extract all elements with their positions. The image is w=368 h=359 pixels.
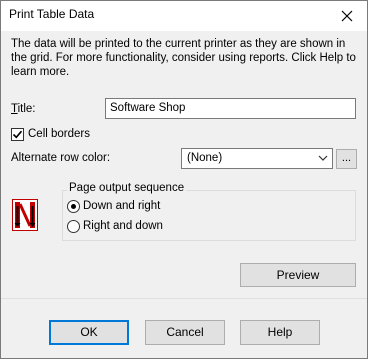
ok-button-label: OK <box>80 325 98 339</box>
down-and-right-radio[interactable] <box>67 200 80 213</box>
close-button[interactable] <box>327 1 367 31</box>
title-input-value: Software Shop <box>110 102 186 114</box>
help-button[interactable]: Help <box>240 320 320 345</box>
cancel-button[interactable]: Cancel <box>145 320 225 345</box>
right-and-down-radio[interactable] <box>67 220 80 233</box>
page-output-sequence-group <box>62 190 356 241</box>
title-bar: Print Table Data <box>1 1 367 31</box>
cell-borders-label: Cell borders <box>28 128 90 140</box>
title-label-rest: itle: <box>17 103 36 115</box>
page-sequence-icon <box>12 199 38 231</box>
print-table-data-dialog: Print Table Data The data will be printe… <box>0 0 368 359</box>
page-output-sequence-caption: Page output sequence <box>67 182 187 194</box>
cancel-button-label: Cancel <box>166 325 204 339</box>
chevron-down-icon <box>318 155 328 161</box>
close-icon <box>341 10 353 22</box>
description-text: The data will be printed to the current … <box>11 38 356 78</box>
preview-button[interactable]: Preview <box>240 263 356 287</box>
title-label: Title: <box>11 103 36 115</box>
alternate-row-color-select[interactable]: (None) <box>181 148 333 169</box>
preview-button-label: Preview <box>276 268 320 282</box>
ok-button[interactable]: OK <box>49 320 129 345</box>
down-and-right-label: Down and right <box>83 200 161 212</box>
checkmark-icon <box>12 130 23 139</box>
dialog-body: The data will be printed to the current … <box>1 31 367 298</box>
help-button-label: Help <box>267 325 293 339</box>
window-title: Print Table Data <box>9 7 95 21</box>
cell-borders-checkbox[interactable] <box>11 128 24 141</box>
browse-color-button[interactable]: ... <box>336 149 357 169</box>
title-input[interactable]: Software Shop <box>105 98 356 119</box>
alternate-row-color-value: (None) <box>187 152 223 164</box>
alternate-row-color-label: Alternate row color: <box>11 152 111 164</box>
browse-color-label: ... <box>341 152 352 164</box>
right-and-down-label: Right and down <box>83 220 163 232</box>
dialog-footer: OK Cancel Help <box>1 298 367 358</box>
